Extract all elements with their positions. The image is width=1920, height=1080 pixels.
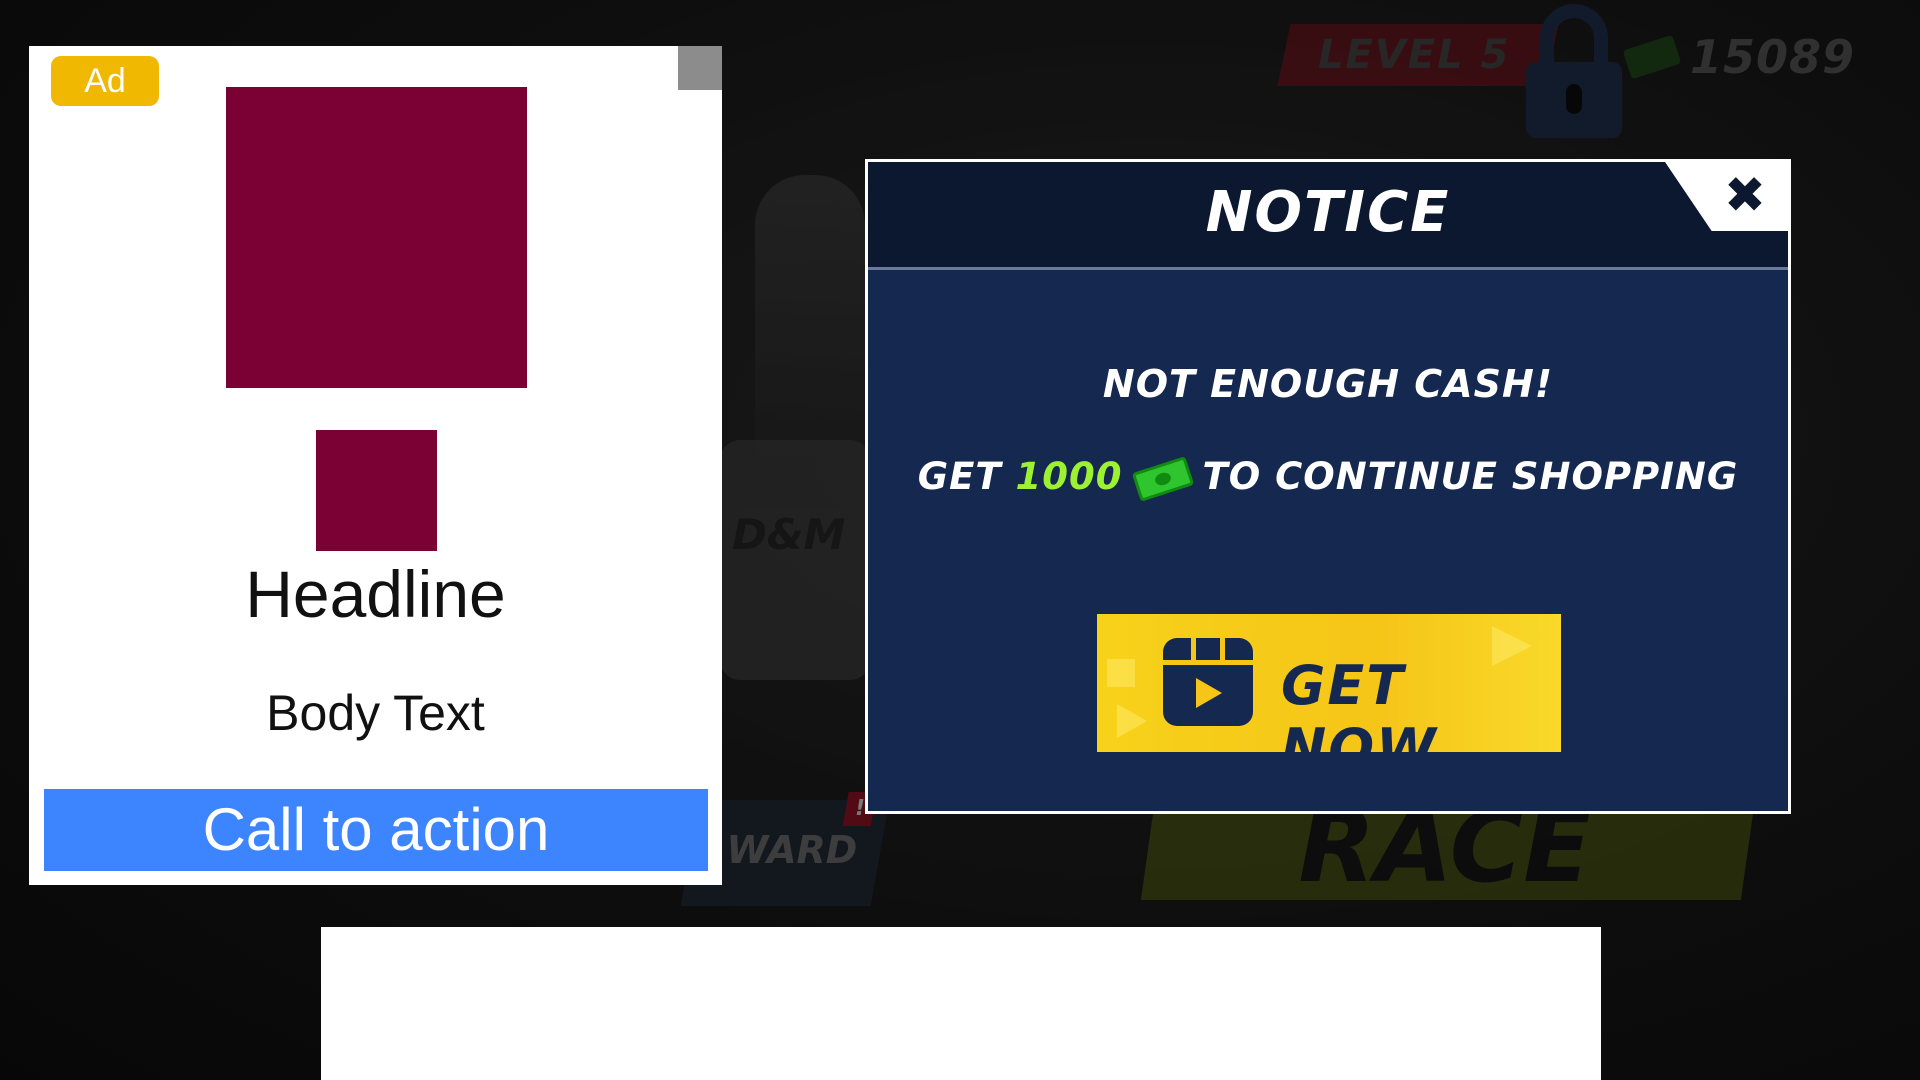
- notice-title: NOTICE: [1205, 180, 1451, 245]
- decor-square: [1107, 659, 1135, 687]
- cash-icon: [1131, 455, 1194, 502]
- notice-header: NOTICE: [868, 162, 1788, 270]
- ad-app-icon[interactable]: [316, 430, 437, 551]
- ad-headline[interactable]: Headline: [29, 556, 722, 632]
- ad-call-to-action-button[interactable]: Call to action: [44, 789, 708, 871]
- video-reward-icon: [1163, 638, 1253, 726]
- notice-message-headline: NOT ENOUGH CASH!: [1102, 362, 1554, 406]
- ad-body-text: Body Text: [266, 685, 485, 741]
- ad-media-image[interactable]: [226, 87, 527, 388]
- reward-amount: 1000: [1015, 455, 1123, 498]
- message-suffix: TO CONTINUE SHOPPING: [1202, 455, 1739, 498]
- ad-badge: Ad: [51, 56, 159, 106]
- banner-ad-slot[interactable]: [321, 927, 1601, 1080]
- notice-dialog: NOTICE ✖ NOT ENOUGH CASH! GET 1000 TO CON…: [865, 159, 1791, 814]
- close-icon[interactable]: ✖: [1715, 165, 1775, 225]
- get-now-label: GET NOW: [1281, 654, 1438, 780]
- decor-play-shape: [1117, 704, 1147, 738]
- notice-message-detail: GET 1000 TO CONTINUE SHOPPING: [868, 455, 1788, 502]
- ad-close-button[interactable]: [678, 46, 722, 90]
- get-now-button[interactable]: GET NOW: [1097, 614, 1561, 780]
- message-prefix: GET: [917, 455, 1002, 498]
- native-ad-card[interactable]: Ad Headline Body Text Call to action: [29, 46, 722, 885]
